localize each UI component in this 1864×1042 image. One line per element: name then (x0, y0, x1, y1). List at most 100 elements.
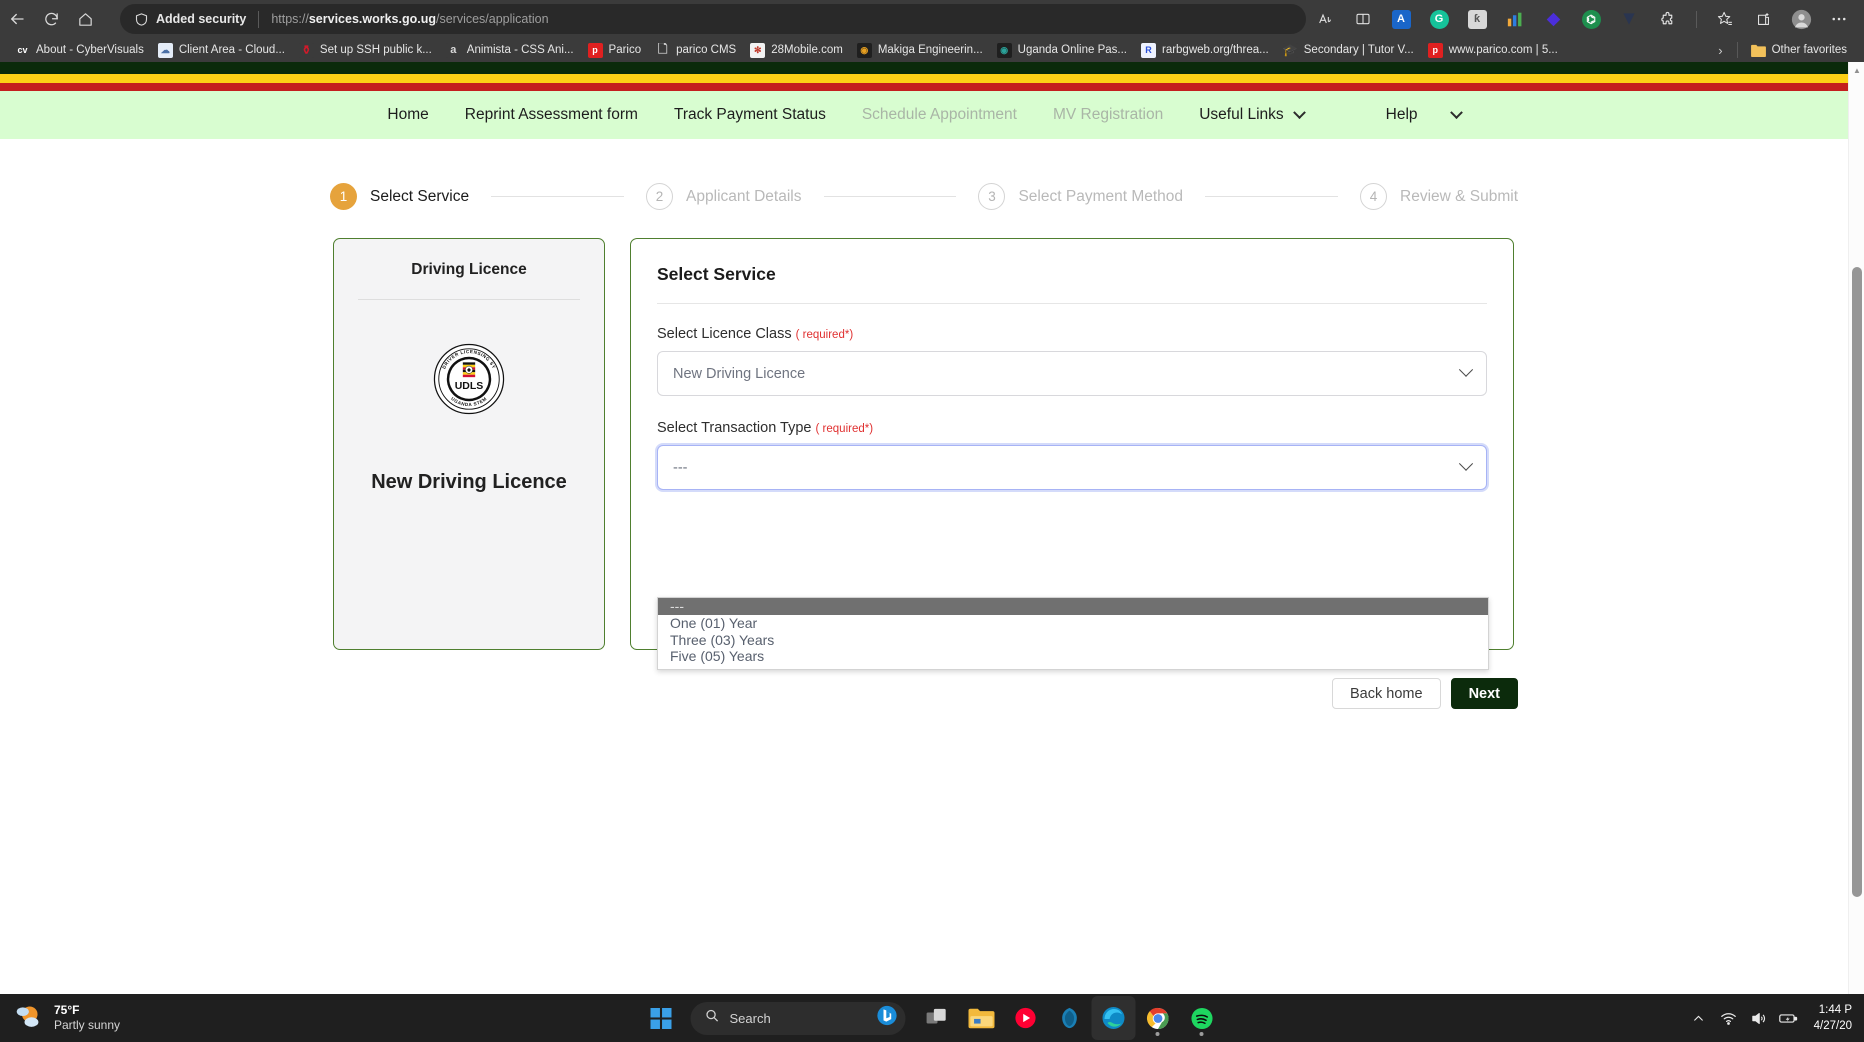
transaction-type-dropdown-list[interactable]: --- One (01) Year Three (03) Years Five … (657, 597, 1489, 670)
dropdown-option[interactable]: Three (03) Years (658, 632, 1488, 649)
step-2-label: Applicant Details (686, 187, 802, 205)
address-bar[interactable]: Added security https://services.works.go… (120, 4, 1306, 34)
uganda-flag-stripes (0, 62, 1848, 91)
chevron-right-icon[interactable]: › (1710, 43, 1730, 58)
bookmark-item[interactable]: 🎓 Secondary | Tutor V... (1276, 40, 1421, 60)
task-view-icon[interactable] (916, 996, 960, 1040)
analytics-extension-icon[interactable] (1500, 4, 1530, 34)
back-home-button[interactable]: Back home (1332, 678, 1441, 709)
weather-temperature: 75°F (54, 1003, 80, 1017)
step-4-review-and-submit[interactable]: 4 Review & Submit (1360, 183, 1518, 210)
read-aloud-icon[interactable] (1310, 4, 1340, 34)
weather-text: 75°F Partly sunny (54, 1003, 120, 1033)
thunderbird-icon[interactable] (1048, 996, 1092, 1040)
nav-item-track-payment-status[interactable]: Track Payment Status (656, 106, 844, 124)
page-scrollbar[interactable]: ▲ ▼ (1848, 62, 1864, 1014)
nav-item-mv-registration[interactable]: MV Registration (1035, 106, 1181, 124)
bookmark-item[interactable]: ◉ Uganda Online Pas... (990, 40, 1134, 60)
battery-icon[interactable] (1774, 1003, 1804, 1033)
other-favorites-button[interactable]: Other favorites (1744, 40, 1854, 60)
diamond-extension-icon[interactable] (1538, 4, 1568, 34)
step-1-select-service[interactable]: 1 Select Service (330, 183, 469, 210)
bookmark-favicon: p (587, 42, 603, 58)
nav-item-help[interactable]: Help (1368, 105, 1479, 124)
service-summary-title: Driving Licence (411, 261, 527, 278)
reload-icon[interactable] (34, 4, 68, 34)
file-explorer-icon[interactable] (960, 996, 1004, 1040)
step-3-select-payment-method[interactable]: 3 Select Payment Method (978, 183, 1183, 210)
app-running-indicator (1199, 1032, 1204, 1036)
bookmark-item[interactable]: p Parico (581, 40, 649, 60)
immersive-reader-icon[interactable] (1348, 4, 1378, 34)
taskbar-search-box[interactable]: Search (690, 1001, 906, 1035)
microsoft-edge-icon[interactable] (1091, 996, 1136, 1040)
weather-widget[interactable]: 75°F Partly sunny (14, 1003, 120, 1034)
dropdown-option[interactable]: Five (05) Years (658, 648, 1488, 665)
bookmark-label: www.parico.com | 5... (1448, 44, 1558, 56)
nav-item-reprint-assessment-form[interactable]: Reprint Assessment form (447, 106, 656, 124)
bookmark-favicon: ☁ (157, 42, 173, 58)
favorites-star-icon[interactable] (1710, 4, 1740, 34)
transaction-type-select[interactable]: --- (657, 445, 1487, 490)
profile-avatar-icon[interactable] (1786, 4, 1816, 34)
nav-item-home[interactable]: Home (369, 106, 446, 124)
grammarly-extension-icon[interactable]: G (1424, 4, 1454, 34)
chevron-down-icon (1449, 105, 1463, 119)
kite-extension-icon[interactable]: ƙ (1462, 4, 1492, 34)
volume-icon[interactable] (1744, 1003, 1774, 1033)
back-arrow-icon[interactable] (0, 4, 34, 34)
bookmark-item[interactable]: 🗋 parico CMS (648, 40, 743, 60)
folder-icon (1750, 43, 1766, 58)
licence-class-select[interactable]: New Driving Licence (657, 351, 1487, 396)
nav-item-useful-links[interactable]: Useful Links (1181, 105, 1321, 124)
browser-toolbar-icons: A G ƙ ⌬ (1306, 4, 1864, 34)
bookmark-favicon: ⚱ (298, 42, 314, 58)
step-connector (1205, 196, 1338, 197)
step-2-applicant-details[interactable]: 2 Applicant Details (646, 183, 802, 210)
home-icon[interactable] (68, 4, 102, 34)
scrollbar-thumb[interactable] (1852, 267, 1862, 897)
scroll-up-arrow-icon[interactable]: ▲ (1849, 62, 1864, 78)
youtube-music-icon[interactable] (1004, 996, 1048, 1040)
dropdown-option[interactable]: --- (658, 598, 1488, 615)
system-tray: 1:44 P 4/27/20 (1684, 1002, 1852, 1034)
settings-more-icon[interactable] (1824, 4, 1854, 34)
clock-time: 1:44 P (1818, 1003, 1852, 1016)
address-divider (258, 10, 260, 28)
nav-item-schedule-appointment[interactable]: Schedule Appointment (844, 106, 1035, 124)
bookmark-label: Secondary | Tutor V... (1303, 44, 1414, 56)
translate-extension-icon[interactable]: A (1386, 4, 1416, 34)
dropdown-option[interactable]: One (01) Year (658, 615, 1488, 632)
bookmark-item[interactable]: p www.parico.com | 5... (1421, 40, 1565, 60)
field-spacer (657, 396, 1487, 420)
google-chrome-icon[interactable] (1136, 996, 1180, 1040)
browser-chrome: Added security https://services.works.go… (0, 0, 1864, 62)
vimeo-extension-icon[interactable] (1614, 4, 1644, 34)
security-shield-icon (134, 12, 149, 27)
extensions-puzzle-icon[interactable] (1652, 4, 1682, 34)
bookmark-item[interactable]: a Animista - CSS Ani... (439, 40, 581, 60)
bookmark-item[interactable]: Rrarbgweb.org/threa... (1134, 40, 1276, 60)
spotify-icon[interactable] (1180, 996, 1224, 1040)
bookmark-item[interactable]: ☁ Client Area - Cloud... (151, 40, 292, 60)
wifi-icon[interactable] (1714, 1003, 1744, 1033)
url-scheme: https:// (271, 12, 309, 26)
next-button[interactable]: Next (1450, 678, 1518, 709)
bookmark-favicon: ✻ (750, 42, 766, 58)
bing-copilot-icon[interactable] (877, 1005, 898, 1031)
stripe-black (0, 62, 1848, 74)
bookmark-item[interactable]: ✻ 28Mobile.com (743, 40, 850, 60)
bookmark-item[interactable]: ◉ Makiga Engineerin... (850, 40, 990, 60)
taskbar-clock[interactable]: 1:44 P 4/27/20 (1814, 1002, 1852, 1034)
url-host: services.works.go.ug (308, 12, 436, 26)
bookmark-item[interactable]: cv About - CyberVisuals (8, 40, 151, 60)
show-hidden-icons-chevron[interactable] (1684, 1003, 1714, 1033)
search-icon (705, 1008, 720, 1028)
bookmark-item[interactable]: ⚱ Set up SSH public k... (292, 40, 439, 60)
windows-start-icon[interactable] (641, 998, 681, 1038)
service-summary-subtitle: New Driving Licence (371, 471, 567, 493)
chevron-down-icon (1458, 456, 1474, 471)
transaction-type-label-text: Select Transaction Type (657, 420, 812, 436)
collections-add-icon[interactable] (1748, 4, 1778, 34)
robot-extension-icon[interactable]: ⌬ (1576, 4, 1606, 34)
